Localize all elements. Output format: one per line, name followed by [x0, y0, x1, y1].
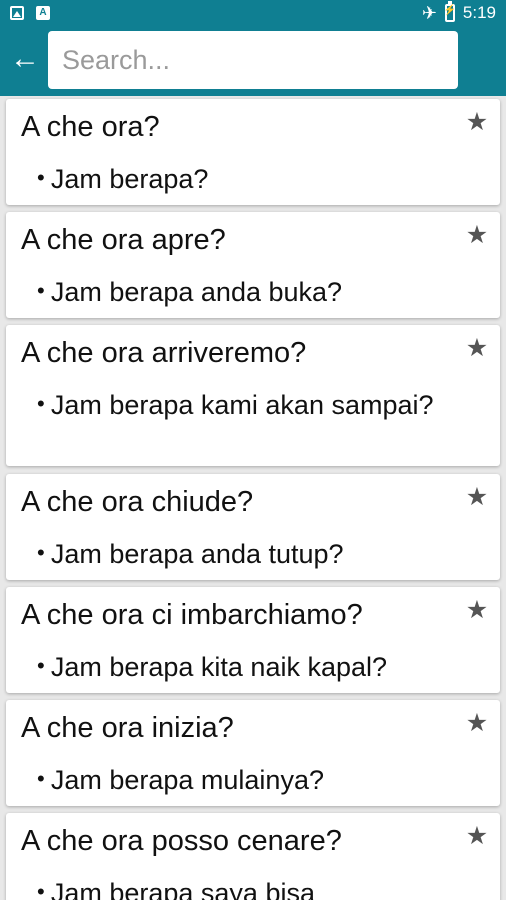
search-input[interactable] [48, 31, 458, 89]
list-item[interactable]: A che ora chiude? ★ Jam berapa anda tutu… [6, 474, 500, 580]
list-item[interactable]: A che ora inizia? ★ Jam berapa mulainya? [6, 700, 500, 806]
image-icon [10, 6, 24, 20]
phrase-italian: A che ora ci imbarchiamo? [21, 599, 363, 631]
star-icon[interactable]: ★ [464, 484, 490, 510]
app-bar: ← [0, 28, 506, 96]
phrase-translation: Jam berapa anda buka? [37, 274, 440, 312]
list-item[interactable]: A che ora? ★ Jam berapa? [6, 99, 500, 205]
phrase-translation: Jam berapa kami akan sampai? [37, 387, 440, 425]
phrase-italian: A che ora inizia? [21, 712, 234, 744]
phrase-list[interactable]: A che ora? ★ Jam berapa? A che ora apre?… [0, 96, 506, 900]
a-icon: A [36, 6, 50, 20]
phrase-italian: A che ora arriveremo? [21, 337, 307, 369]
phrase-translation: Jam berapa mulainya? [37, 762, 440, 800]
phrase-italian: A che ora? [21, 111, 160, 143]
star-icon[interactable]: ★ [464, 335, 490, 361]
status-time: 5:19 [462, 3, 496, 22]
star-icon[interactable]: ★ [464, 710, 490, 736]
phrase-italian: A che ora apre? [21, 224, 226, 256]
list-item[interactable]: A che ora ci imbarchiamo? ★ Jam berapa k… [6, 587, 500, 693]
airplane-icon: ✈ [421, 3, 437, 23]
phrase-italian: A che ora chiude? [21, 486, 254, 518]
phrase-translation: Jam berapa saya bisa [37, 875, 440, 900]
battery-charging-icon [444, 1, 456, 22]
back-arrow-icon[interactable]: ← [8, 42, 42, 76]
list-item[interactable]: A che ora arriveremo? ★ Jam berapa kami … [6, 325, 500, 466]
list-item[interactable]: A che ora posso cenare? ★ Jam berapa say… [6, 813, 500, 900]
status-bar: A ✈ 5:19 [0, 0, 506, 28]
list-item[interactable]: A che ora apre? ★ Jam berapa anda buka? [6, 212, 500, 318]
phrase-translation: Jam berapa kita naik kapal? [37, 649, 490, 687]
phrase-translation: Jam berapa? [37, 161, 440, 199]
star-icon[interactable]: ★ [464, 222, 490, 248]
phrase-italian: A che ora posso cenare? [21, 825, 342, 857]
star-icon[interactable]: ★ [464, 823, 490, 849]
phrase-translation: Jam berapa anda tutup? [37, 536, 440, 574]
star-icon[interactable]: ★ [464, 109, 490, 135]
star-icon[interactable]: ★ [464, 597, 490, 623]
